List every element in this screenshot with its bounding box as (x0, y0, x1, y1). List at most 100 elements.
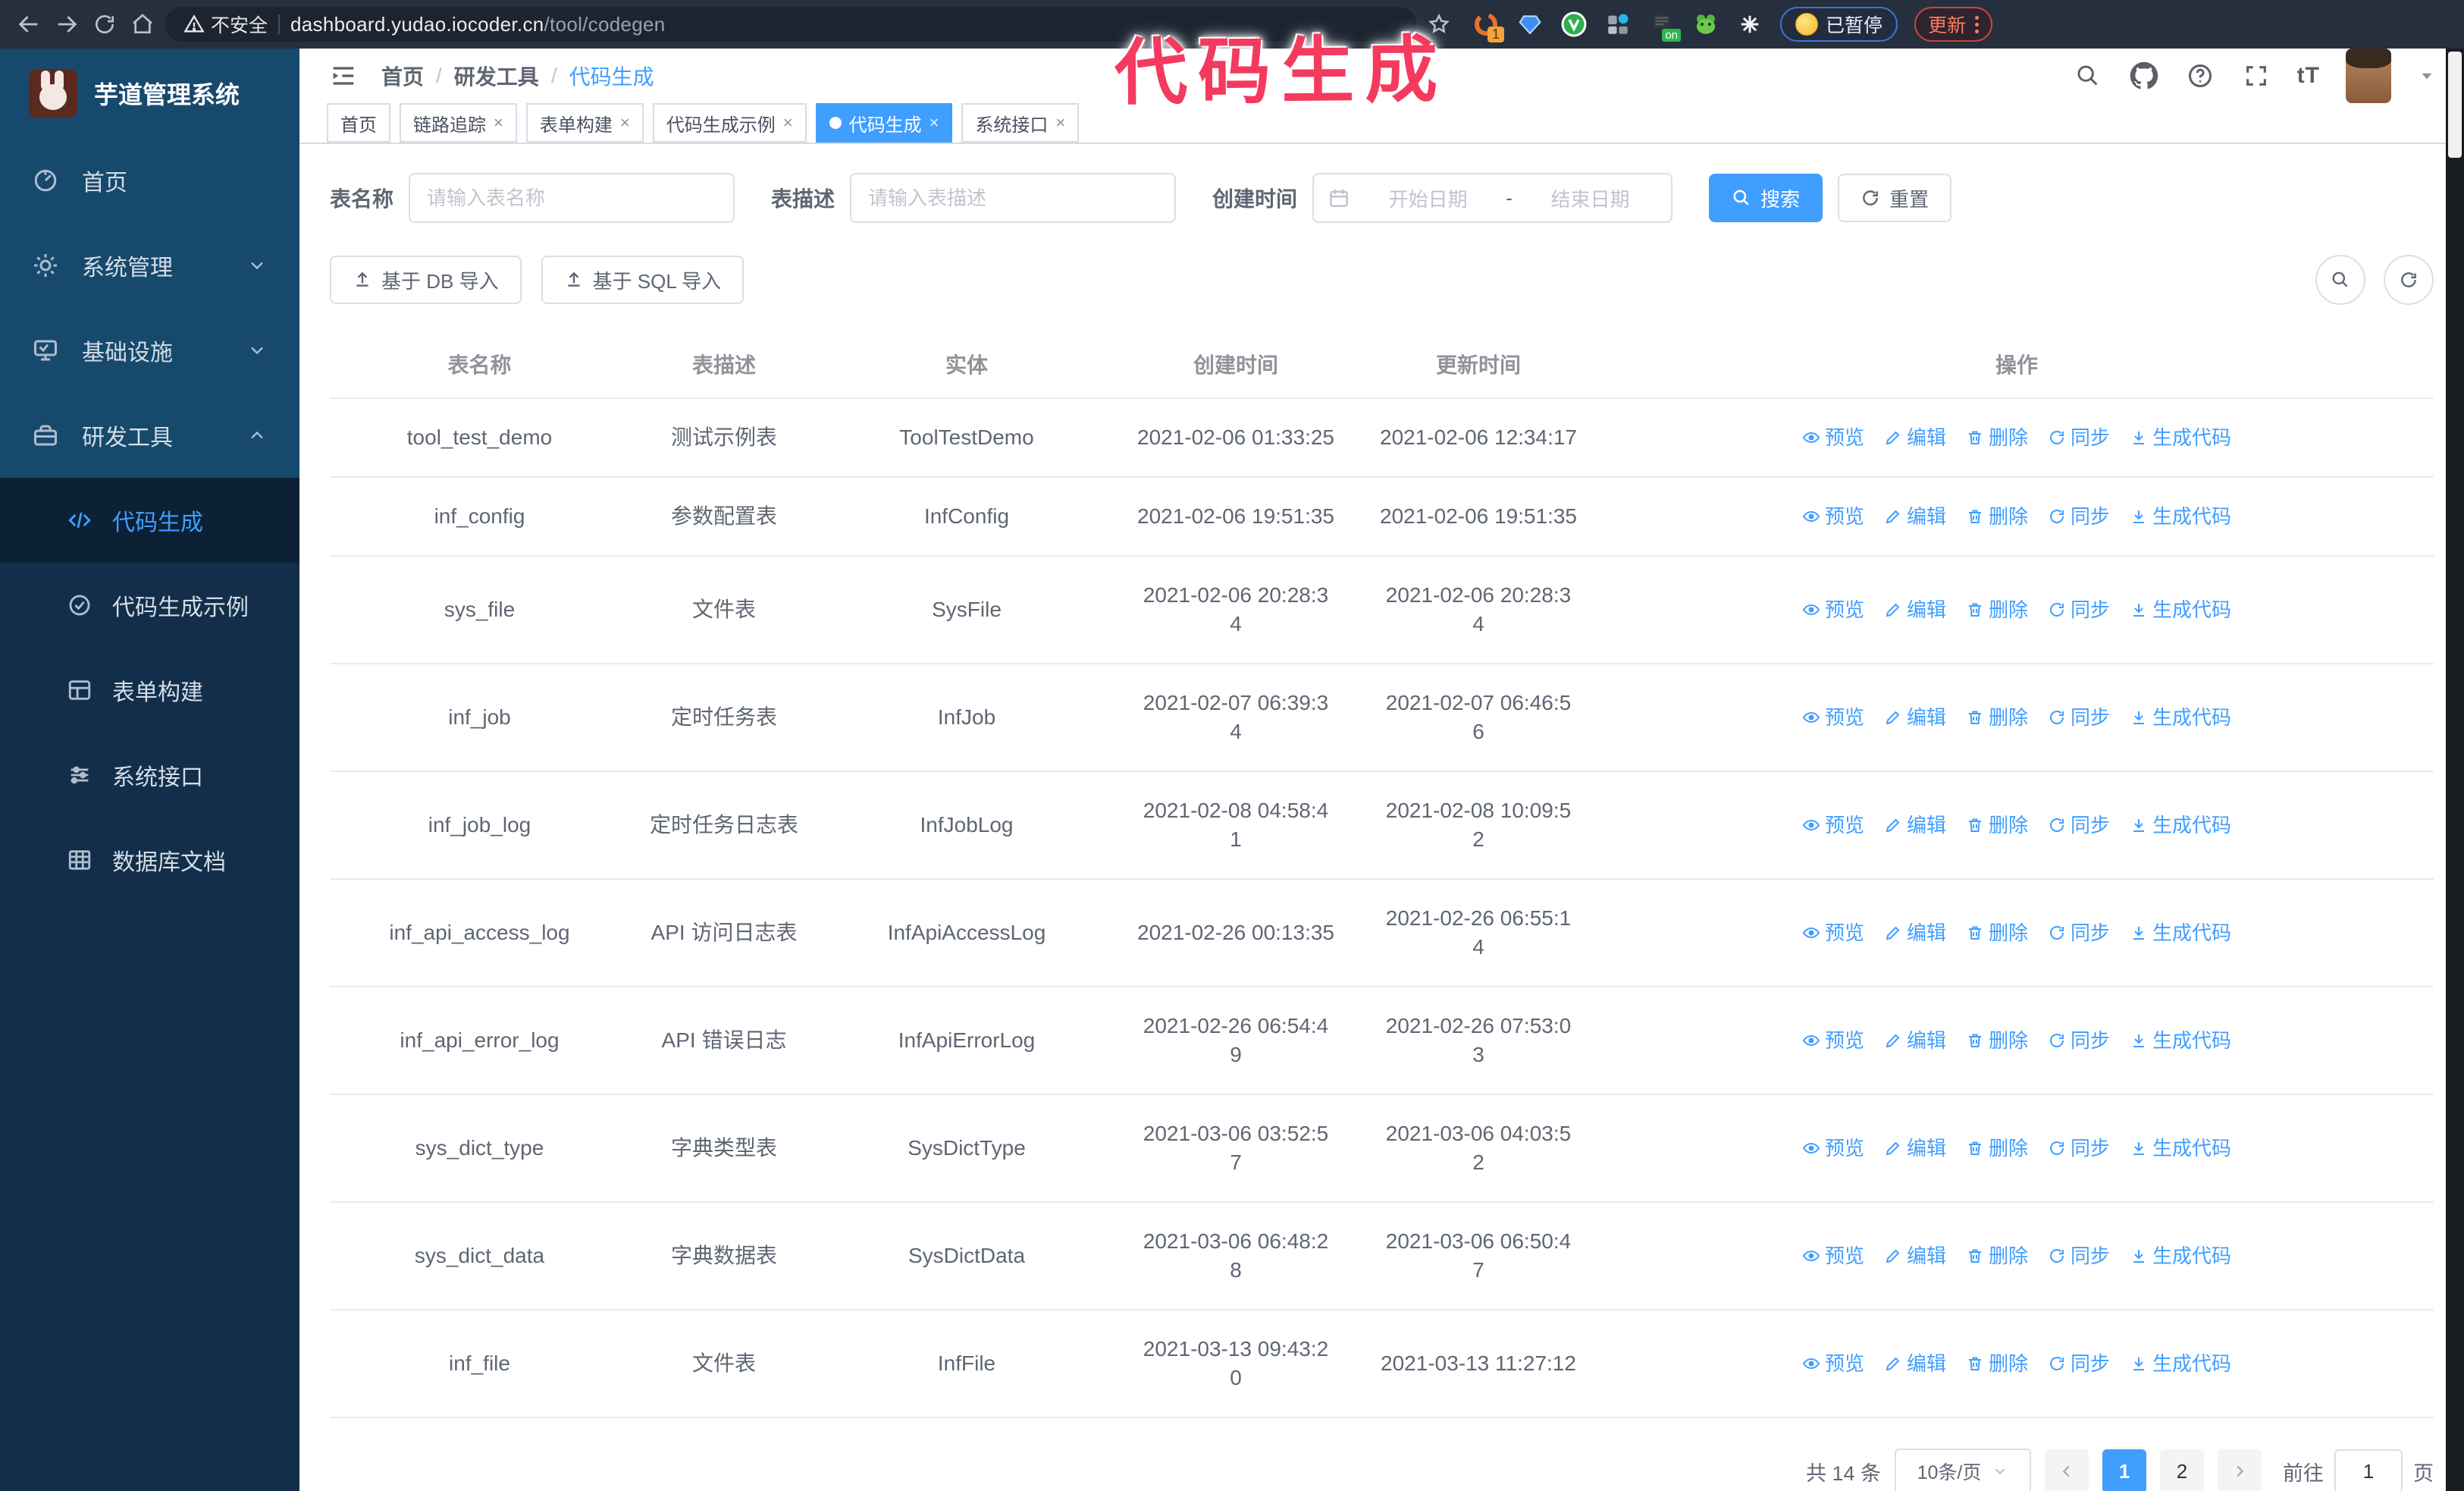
sync-action[interactable]: 同步 (2048, 1349, 2110, 1378)
table-desc-input[interactable] (850, 173, 1177, 223)
sync-action[interactable]: 同步 (2048, 502, 2110, 531)
sidebar-item-system-api[interactable]: 系统接口 (0, 733, 299, 818)
delete-action[interactable]: 删除 (1966, 423, 2028, 452)
browser-forward-icon[interactable] (52, 9, 82, 39)
profile-paused-badge[interactable]: 已暂停 (1780, 7, 1898, 42)
delete-action[interactable]: 删除 (1966, 595, 2028, 624)
preview-action[interactable]: 预览 (1802, 1026, 1864, 1055)
generate-code-action[interactable]: 生成代码 (2130, 502, 2231, 531)
generate-code-action[interactable]: 生成代码 (2130, 703, 2231, 732)
extension-on-icon[interactable]: on (1648, 11, 1681, 42)
goto-page-input[interactable] (2334, 1449, 2403, 1491)
browser-back-icon[interactable] (14, 9, 44, 39)
sidebar-item-dev-tools[interactable]: 研发工具 (0, 393, 299, 478)
sync-action[interactable]: 同步 (2048, 811, 2110, 840)
sync-action[interactable]: 同步 (2048, 1026, 2110, 1055)
fullscreen-icon[interactable] (2241, 61, 2271, 91)
tab-codegen-example[interactable]: 代码生成示例 × (652, 103, 807, 143)
sync-action[interactable]: 同步 (2048, 918, 2110, 947)
scrollbar-thumb[interactable] (2448, 52, 2462, 158)
sidebar-item-form-builder[interactable]: 表单构建 (0, 648, 299, 733)
generate-code-action[interactable]: 生成代码 (2130, 1134, 2231, 1163)
edit-action[interactable]: 编辑 (1884, 1026, 1946, 1055)
user-avatar[interactable] (2346, 49, 2391, 103)
font-size-icon[interactable]: tT (2297, 63, 2320, 89)
edit-action[interactable]: 编辑 (1884, 1241, 1946, 1270)
preview-action[interactable]: 预览 (1802, 595, 1864, 624)
search-button[interactable]: 搜索 (1709, 174, 1823, 222)
close-icon[interactable]: × (494, 113, 503, 133)
delete-action[interactable]: 删除 (1966, 1026, 2028, 1055)
generate-code-action[interactable]: 生成代码 (2130, 1026, 2231, 1055)
app-logo[interactable]: 芋道管理系统 (0, 49, 299, 138)
browser-update-button[interactable]: 更新 (1914, 7, 1993, 42)
generate-code-action[interactable]: 生成代码 (2130, 595, 2231, 624)
date-range-picker[interactable]: 开始日期 - 结束日期 (1312, 173, 1673, 223)
edit-action[interactable]: 编辑 (1884, 423, 1946, 452)
edit-action[interactable]: 编辑 (1884, 703, 1946, 732)
end-date-placeholder[interactable]: 结束日期 (1523, 184, 1657, 212)
import-db-button[interactable]: 基于 DB 导入 (330, 256, 522, 304)
preview-action[interactable]: 预览 (1802, 1241, 1864, 1270)
page-button-2[interactable]: 2 (2160, 1449, 2204, 1491)
generate-code-action[interactable]: 生成代码 (2130, 423, 2231, 452)
extension-gem-icon[interactable] (1516, 11, 1544, 38)
close-icon[interactable]: × (929, 113, 939, 133)
preview-action[interactable]: 预览 (1802, 423, 1864, 452)
edit-action[interactable]: 编辑 (1884, 811, 1946, 840)
close-icon[interactable]: × (1055, 113, 1065, 133)
delete-action[interactable]: 删除 (1966, 1241, 2028, 1270)
not-secure-warning[interactable]: 不安全 (183, 11, 268, 38)
preview-action[interactable]: 预览 (1802, 703, 1864, 732)
tab-form-builder[interactable]: 表单构建 × (525, 103, 644, 143)
browser-reload-icon[interactable] (89, 9, 120, 39)
preview-action[interactable]: 预览 (1802, 1134, 1864, 1163)
page-scrollbar[interactable] (2446, 49, 2464, 1491)
tab-tracing[interactable]: 链路追踪 × (400, 103, 517, 143)
extensions-puzzle-icon[interactable] (1736, 11, 1763, 38)
preview-action[interactable]: 预览 (1802, 502, 1864, 531)
delete-action[interactable]: 删除 (1966, 1134, 2028, 1163)
extension-v-icon[interactable] (1560, 11, 1588, 38)
edit-action[interactable]: 编辑 (1884, 502, 1946, 531)
header-search-icon[interactable] (2073, 61, 2103, 91)
table-name-input[interactable] (409, 173, 735, 223)
breadcrumb-dev-tools[interactable]: 研发工具 (454, 61, 539, 91)
delete-action[interactable]: 删除 (1966, 1349, 2028, 1378)
sidebar-item-database-docs[interactable]: 数据库文档 (0, 818, 299, 902)
close-icon[interactable]: × (783, 113, 793, 133)
browser-home-icon[interactable] (127, 9, 158, 39)
sidebar-item-codegen-example[interactable]: 代码生成示例 (0, 563, 299, 648)
edit-action[interactable]: 编辑 (1884, 1134, 1946, 1163)
sync-action[interactable]: 同步 (2048, 1134, 2110, 1163)
address-bar[interactable]: 不安全 dashboard.yudao.iocoder.cn/tool/code… (165, 7, 1416, 42)
browser-menu-icon[interactable] (1975, 15, 1980, 33)
tab-home[interactable]: 首页 (327, 103, 390, 143)
tab-code-generation[interactable]: 代码生成 × (815, 103, 953, 143)
bookmark-star-icon[interactable] (1424, 9, 1454, 39)
delete-action[interactable]: 删除 (1966, 502, 2028, 531)
sidebar-item-infrastructure[interactable]: 基础设施 (0, 308, 299, 393)
preview-action[interactable]: 预览 (1802, 918, 1864, 947)
help-icon[interactable] (2185, 61, 2215, 91)
github-icon[interactable] (2129, 61, 2159, 91)
start-date-placeholder[interactable]: 开始日期 (1361, 184, 1495, 212)
edit-action[interactable]: 编辑 (1884, 918, 1946, 947)
sidebar-item-system-management[interactable]: 系统管理 (0, 223, 299, 308)
user-menu-caret-icon[interactable] (2417, 66, 2437, 86)
sidebar-item-home[interactable]: 首页 (0, 138, 299, 223)
sync-action[interactable]: 同步 (2048, 703, 2110, 732)
preview-action[interactable]: 预览 (1802, 1349, 1864, 1378)
generate-code-action[interactable]: 生成代码 (2130, 1349, 2231, 1378)
close-icon[interactable]: × (620, 113, 630, 133)
generate-code-action[interactable]: 生成代码 (2130, 918, 2231, 947)
sidebar-collapse-icon[interactable] (327, 59, 360, 93)
edit-action[interactable]: 编辑 (1884, 1349, 1946, 1378)
sync-action[interactable]: 同步 (2048, 1241, 2110, 1270)
extension-frog-icon[interactable] (1692, 11, 1719, 38)
import-sql-button[interactable]: 基于 SQL 导入 (541, 256, 745, 304)
reset-button[interactable]: 重置 (1838, 174, 1952, 222)
tab-system-api[interactable]: 系统接口 × (961, 103, 1080, 143)
delete-action[interactable]: 删除 (1966, 811, 2028, 840)
page-size-select[interactable]: 10条/页 (1895, 1449, 2031, 1491)
